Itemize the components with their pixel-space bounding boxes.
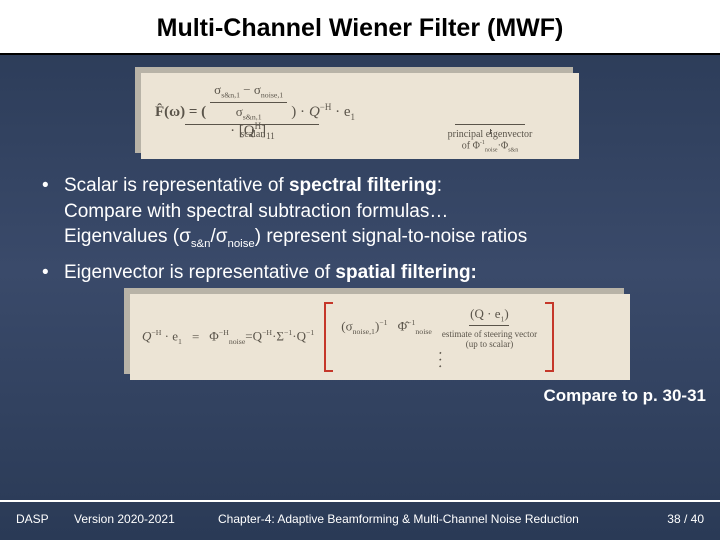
equation-1: F̂(ω) = ( σs&n,1 − σnoise,1 σs&n,1 · [QH… <box>141 73 579 159</box>
footer-version: Version 2020-2021 <box>74 512 218 526</box>
compare-note: Compare to p. 30-31 <box>0 380 720 406</box>
page-title: Multi-Channel Wiener Filter (MWF) <box>0 0 720 55</box>
bullet-1: Scalar is representative of spectral fil… <box>64 173 680 252</box>
footer-dasp: DASP <box>16 512 74 526</box>
matrix: (σnoise,1)−1 Φ̂−1noise (Q · e1) estimate… <box>324 302 554 372</box>
footer-chapter: Chapter-4: Adaptive Beamforming & Multi-… <box>218 512 644 526</box>
bullet-list: Scalar is representative of spectral fil… <box>0 173 720 286</box>
footer-page: 38 / 40 <box>644 512 704 526</box>
slide: Multi-Channel Wiener Filter (MWF) F̂(ω) … <box>0 0 720 540</box>
equation-2: Q−H · e1 = Φ−Hnoise=Q−H·Σ−1·Q−1 (σnoise,… <box>130 294 630 380</box>
footer: DASP Version 2020-2021 Chapter-4: Adapti… <box>0 500 720 540</box>
bullet-2: Eigenvector is representative of spatial… <box>64 260 680 286</box>
